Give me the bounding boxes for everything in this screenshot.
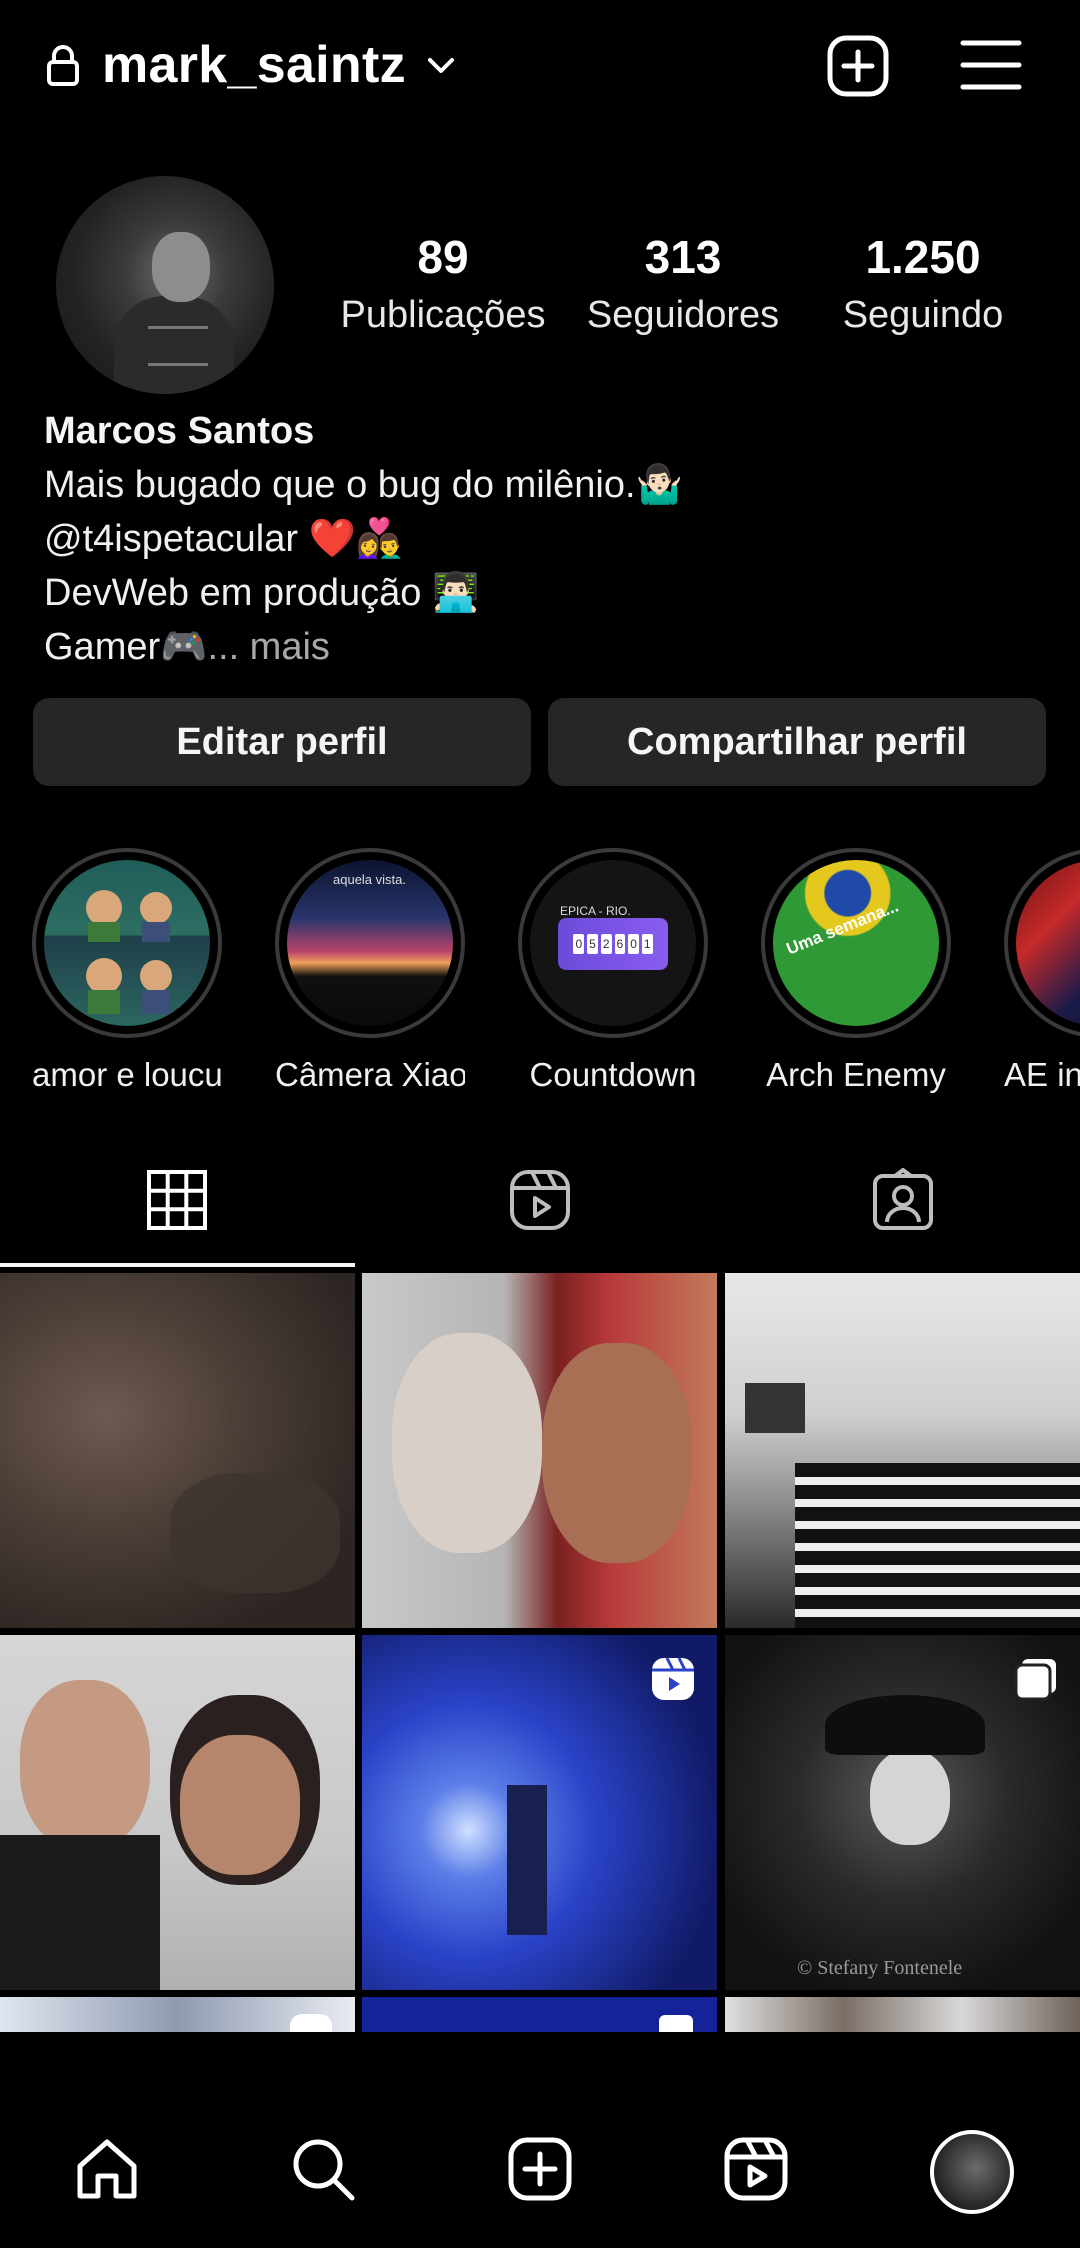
reels-icon[interactable] xyxy=(723,2136,789,2202)
stat-following[interactable]: 1.250 Seguindo xyxy=(816,232,1030,336)
bio-line: Mais bugado que o bug do milênio.🤷🏻‍♂️ xyxy=(44,464,683,506)
home-icon[interactable] xyxy=(74,2136,140,2202)
bottom-navigation xyxy=(0,2032,1080,2248)
profile-screen: mark_saintz 89 Publicações 313 Seguidore… xyxy=(0,0,1080,2248)
posts-label: Publicações xyxy=(340,293,546,336)
highlight-label: Arch Enemy xyxy=(766,1056,946,1093)
post-thumbnail[interactable] xyxy=(362,1273,717,1628)
stat-followers[interactable]: 313 Seguidores xyxy=(576,232,790,336)
grid-icon[interactable] xyxy=(145,1168,209,1232)
following-label: Seguindo xyxy=(842,293,1004,336)
post-thumbnail[interactable] xyxy=(0,1273,355,1628)
lock-icon xyxy=(47,45,79,86)
stat-posts[interactable]: 89 Publicações xyxy=(336,232,550,336)
edit-profile-button[interactable]: Editar perfil xyxy=(33,698,531,786)
chevron-down-icon xyxy=(427,58,454,73)
post-thumbnail[interactable] xyxy=(0,1635,355,1990)
tagged-person-icon[interactable] xyxy=(871,1168,935,1232)
highlight-thumbnail: aquela vista. xyxy=(287,860,453,1026)
countdown-digit: 5 xyxy=(587,934,598,954)
selected-tab-indicator xyxy=(0,1263,355,1267)
bio-line-mention[interactable]: @t4ispetacular ❤️👩‍❤️‍👨 xyxy=(44,512,1044,566)
followers-label: Seguidores xyxy=(586,293,780,336)
highlight-item[interactable]: Uma semana... Arch Enemy xyxy=(761,848,951,1094)
post-thumbnail[interactable] xyxy=(725,1273,1080,1628)
reels-icon xyxy=(290,2014,332,2032)
highlight-thumbnail: Uma semana... xyxy=(773,860,939,1026)
highlight-thumbnail: EPICA - RIO. 0 5 2 6 0 1 xyxy=(530,860,696,1026)
create-post-icon[interactable] xyxy=(507,2136,573,2202)
countdown-digit: 2 xyxy=(600,934,612,954)
countdown-digit: 0 xyxy=(573,934,585,954)
countdown-widget: 0 5 2 6 0 1 xyxy=(558,918,668,970)
countdown-digit: 1 xyxy=(641,934,653,954)
carousel-icon xyxy=(1014,1659,1056,1701)
share-profile-button[interactable]: Compartilhar perfil xyxy=(548,698,1046,786)
highlight-label: AE in B xyxy=(1004,1056,1080,1093)
post-thumbnail[interactable] xyxy=(0,1997,355,2032)
bio-line-text: Gamer🎮 xyxy=(44,626,208,668)
bio-line-last: Gamer🎮... mais xyxy=(44,620,1044,674)
account-switcher[interactable]: mark_saintz xyxy=(46,30,458,100)
following-count: 1.250 xyxy=(865,231,981,283)
highlight-item[interactable]: AE in B xyxy=(1004,848,1080,1094)
carousel-icon xyxy=(659,2015,693,2032)
hamburger-menu-icon[interactable] xyxy=(960,38,1022,92)
bio-more-link[interactable]: ... mais xyxy=(207,626,329,668)
display-name: Marcos Santos xyxy=(44,410,315,452)
highlight-caption: aquela vista. xyxy=(333,872,406,887)
highlight-caption: Uma semana... xyxy=(783,896,902,959)
reels-icon xyxy=(652,1657,694,1700)
post-thumbnail[interactable] xyxy=(362,1635,717,1990)
post-thumbnail[interactable]: © Stefany Fontenele xyxy=(725,1635,1080,1990)
search-icon[interactable] xyxy=(290,2136,356,2202)
highlight-item[interactable]: aquela vista. Câmera Xiao... xyxy=(275,848,465,1094)
posts-count: 89 xyxy=(417,231,469,283)
highlight-thumbnail xyxy=(1016,860,1080,1026)
top-bar: mark_saintz xyxy=(0,0,1080,130)
countdown-digit: 0 xyxy=(628,934,639,954)
countdown-digit: 6 xyxy=(614,934,626,954)
highlight-label: Countdown xyxy=(529,1056,697,1093)
post-thumbnail[interactable] xyxy=(725,1997,1080,2032)
followers-count: 313 xyxy=(644,231,722,283)
photo-watermark: © Stefany Fontenele xyxy=(797,1957,963,1979)
highlight-thumbnail xyxy=(44,860,210,1026)
plus-square-icon[interactable] xyxy=(826,34,890,98)
bio: Marcos Santos Mais bugado que o bug do m… xyxy=(44,404,1044,674)
profile-avatar-nav[interactable] xyxy=(930,2130,1014,2214)
highlight-label: amor e loucur... xyxy=(32,1056,222,1093)
username: mark_saintz xyxy=(102,36,406,94)
countdown-title: EPICA - RIO. xyxy=(560,904,631,918)
post-thumbnail[interactable] xyxy=(362,1997,717,2032)
highlight-label: Câmera Xiao... xyxy=(275,1056,465,1093)
highlight-item[interactable]: EPICA - RIO. 0 5 2 6 0 1 Countdown xyxy=(518,848,708,1094)
highlight-item[interactable]: amor e loucur... xyxy=(32,848,222,1094)
bio-line: DevWeb em produção 👨🏻‍💻 xyxy=(44,572,480,614)
profile-avatar[interactable] xyxy=(56,176,274,394)
reels-icon[interactable] xyxy=(508,1168,572,1232)
